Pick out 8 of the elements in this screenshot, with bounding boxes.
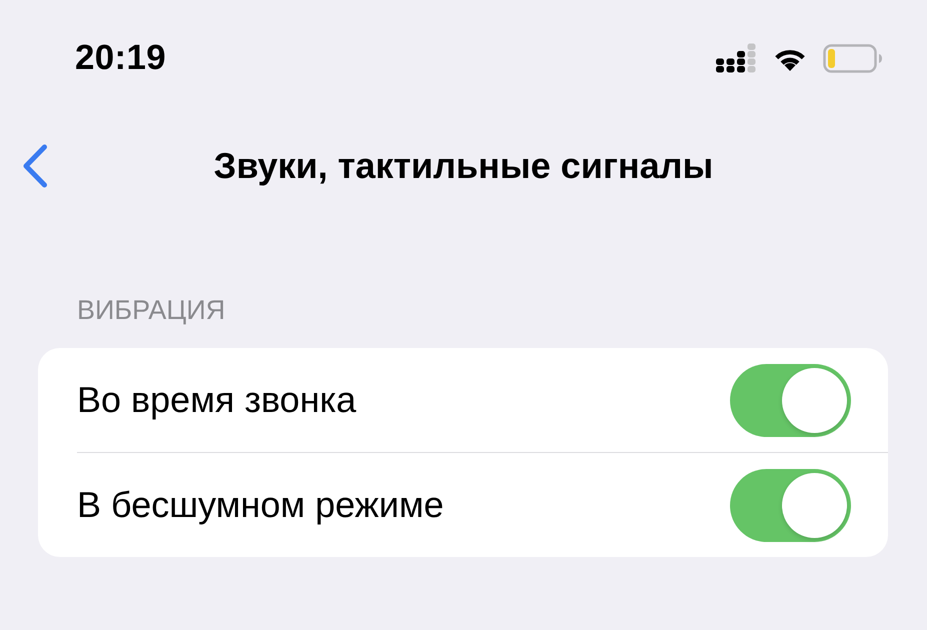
chevron-left-icon <box>22 144 48 188</box>
status-time: 20:19 <box>75 38 166 78</box>
row-label: Во время звонка <box>77 379 356 421</box>
section-header: ВИБРАЦИЯ <box>77 294 226 326</box>
row-label: В бесшумном режиме <box>77 484 444 526</box>
signal-icon <box>715 43 757 73</box>
page-title: Звуки, тактильные сигналы <box>214 145 714 187</box>
battery-icon <box>823 44 883 72</box>
